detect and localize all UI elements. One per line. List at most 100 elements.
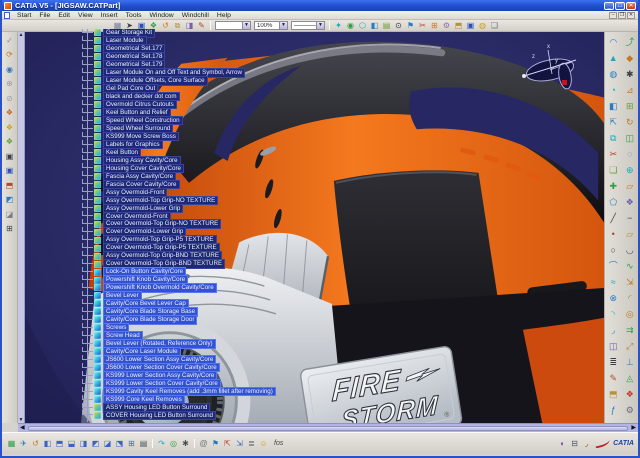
tree-item[interactable]: Geometrical Set.178 — [25, 53, 355, 61]
menu-item[interactable]: Start — [13, 12, 35, 19]
tree-item[interactable]: Assy Overmold-Top Grip-NO TEXTURE — [25, 196, 355, 204]
zoom-area-icon[interactable]: ◎ — [168, 438, 179, 449]
tree-branch-node[interactable] — [82, 410, 93, 415]
tree-item[interactable]: Cover Overmold-Top Grip-NO TEXTURE — [25, 220, 355, 228]
tree-branch-node[interactable] — [82, 187, 93, 192]
tree-branch-node[interactable] — [82, 283, 93, 288]
scrollbar-thumb[interactable] — [28, 426, 629, 431]
tree-branch-node[interactable] — [82, 179, 93, 184]
menu-item[interactable]: Window — [146, 12, 178, 19]
projection-icon[interactable]: ⇲ — [624, 276, 636, 288]
analysis-icon[interactable]: ◬ — [624, 372, 636, 384]
tree-branch-node[interactable] — [82, 211, 93, 216]
rotate-tool-icon[interactable]: ↻ — [624, 116, 636, 128]
tree-branch-node[interactable] — [82, 60, 93, 65]
tree-item[interactable]: Housing Assy Cavity/Core — [25, 157, 355, 165]
pan-icon[interactable]: ↷ — [156, 438, 167, 449]
doc-blue-icon[interactable]: ▣ — [4, 166, 15, 177]
tree-item[interactable]: Powershift Knob Overmold Cavity/Core — [25, 284, 355, 292]
bottom-view-icon[interactable]: ⬔ — [114, 438, 125, 449]
tree-branch-node[interactable] — [82, 347, 93, 352]
tree-branch-node[interactable] — [82, 29, 93, 33]
pocket-icon[interactable]: ◆ — [624, 52, 636, 64]
table-grid-icon[interactable]: ⊞ — [4, 224, 15, 235]
tree-branch-node[interactable] — [82, 52, 93, 57]
tree-branch-node[interactable] — [82, 124, 93, 129]
chevron-down-icon[interactable]: ▼ — [242, 22, 250, 29]
tree-item[interactable]: Bevel Lever (Rotated, Reference Only) — [25, 340, 355, 348]
healing-icon[interactable]: ✚ — [607, 180, 619, 192]
translate-icon[interactable]: ⇱ — [607, 116, 619, 128]
shaft-icon[interactable]: ◍ — [607, 68, 619, 80]
compass[interactable]: x y z — [518, 40, 588, 94]
tree-branch-node[interactable] — [82, 291, 93, 296]
tree-branch-node[interactable] — [82, 403, 93, 408]
tree-item[interactable]: Laser Module Offsets, Core Surface — [25, 77, 355, 85]
tree-branch-node[interactable] — [82, 84, 93, 89]
power-copy-icon[interactable]: ❖ — [624, 388, 636, 400]
corner-icon[interactable]: ⌒ — [607, 260, 619, 272]
tree-branch-node[interactable] — [82, 315, 93, 320]
knowledge-icon[interactable]: ƒ — [607, 404, 619, 416]
menu-item[interactable]: Insert — [97, 12, 122, 19]
top-view-icon[interactable]: ◪ — [102, 438, 113, 449]
annotate-icon[interactable]: ☺ — [258, 438, 269, 449]
disk-icon[interactable]: ▣ — [465, 20, 476, 31]
constraint-icon[interactable]: ⊥ — [624, 356, 636, 368]
revolve-icon[interactable]: ◎ — [624, 308, 636, 320]
chevron-down-icon[interactable]: ▼ — [316, 22, 324, 29]
options-icon[interactable]: ⚙ — [441, 20, 452, 31]
tree-item[interactable]: Lock-On Button Cavity/Core — [25, 268, 355, 276]
axis-icon[interactable]: − — [624, 212, 636, 224]
palette-gray-icon[interactable]: ◪ — [4, 209, 15, 220]
scale-icon[interactable]: ⤢ — [624, 340, 636, 352]
fit-all-in-icon[interactable]: ✱ — [180, 438, 191, 449]
iso-view-icon[interactable]: ◧ — [42, 438, 53, 449]
tree-branch-node[interactable] — [82, 163, 93, 168]
manikin-icon[interactable]: ⚑ — [405, 20, 416, 31]
pattern-icon[interactable]: ⊞ — [624, 100, 636, 112]
tree-branch-node[interactable] — [82, 299, 93, 304]
mail-link-icon[interactable]: @ — [198, 438, 209, 449]
menu-item[interactable]: View — [74, 12, 97, 19]
menu-item[interactable]: Windchill — [178, 12, 213, 19]
verify-check-icon[interactable]: ✓ — [4, 35, 15, 46]
tree-branch-node[interactable] — [82, 195, 93, 200]
thick-surface-icon[interactable]: ▱ — [624, 180, 636, 192]
line-icon[interactable]: ╱ — [607, 212, 619, 224]
tree-branch-node[interactable] — [82, 171, 93, 176]
knowledge-volume-icon[interactable]: ◐ — [557, 438, 568, 449]
tree-branch-node[interactable] — [82, 100, 93, 105]
tree-branch-node[interactable] — [82, 243, 93, 248]
symmetry-icon[interactable]: ◫ — [607, 340, 619, 352]
open-folder-red-icon[interactable]: ❖ — [4, 108, 15, 119]
measure-between-icon[interactable]: ⇲ — [234, 438, 245, 449]
tree-item[interactable]: Keel Button and Relief — [25, 109, 355, 117]
tree-item[interactable]: KS999 Move Screw Boss — [25, 133, 355, 141]
fly-mode-icon[interactable]: ✈ — [18, 438, 29, 449]
menu-item[interactable]: Edit — [54, 12, 74, 19]
doc-dark-icon[interactable]: ▣ — [4, 151, 15, 162]
tree-branch-node[interactable] — [82, 148, 93, 153]
tree-branch-node[interactable] — [82, 68, 93, 73]
tree-item[interactable]: Geometrical Set.177 — [25, 45, 355, 53]
tree-item[interactable]: Fascia Assy Cavity/Core — [25, 172, 355, 180]
publish-icon[interactable]: ⬒ — [453, 20, 464, 31]
tree-item[interactable]: black and decker dot com — [25, 93, 355, 101]
measure-item-icon[interactable]: ≣ — [607, 356, 619, 368]
close-surface-icon[interactable]: ⬠ — [607, 196, 619, 208]
close-button[interactable]: ✕ — [626, 2, 636, 10]
tree-item[interactable]: Fascia Cover Cavity/Core — [25, 180, 355, 188]
sketcher-icon[interactable]: ◠ — [607, 36, 619, 48]
horizontal-scrollbar[interactable]: ◀ ▶ — [18, 423, 638, 432]
front-view-icon[interactable]: ⬒ — [54, 438, 65, 449]
globe-web-icon[interactable]: ◉ — [4, 64, 15, 75]
tree-item[interactable]: Laser Module — [25, 37, 355, 45]
tree-item[interactable]: Bevel Lever — [25, 292, 355, 300]
intersection-icon[interactable]: ⊗ — [607, 292, 619, 304]
circle-icon[interactable]: ○ — [607, 244, 619, 256]
offset-surface-icon[interactable]: ⧉ — [607, 132, 619, 144]
extract-icon[interactable]: ❏ — [607, 164, 619, 176]
tree-branch-node[interactable] — [82, 267, 93, 272]
maximize-button[interactable]: □ — [615, 2, 625, 10]
